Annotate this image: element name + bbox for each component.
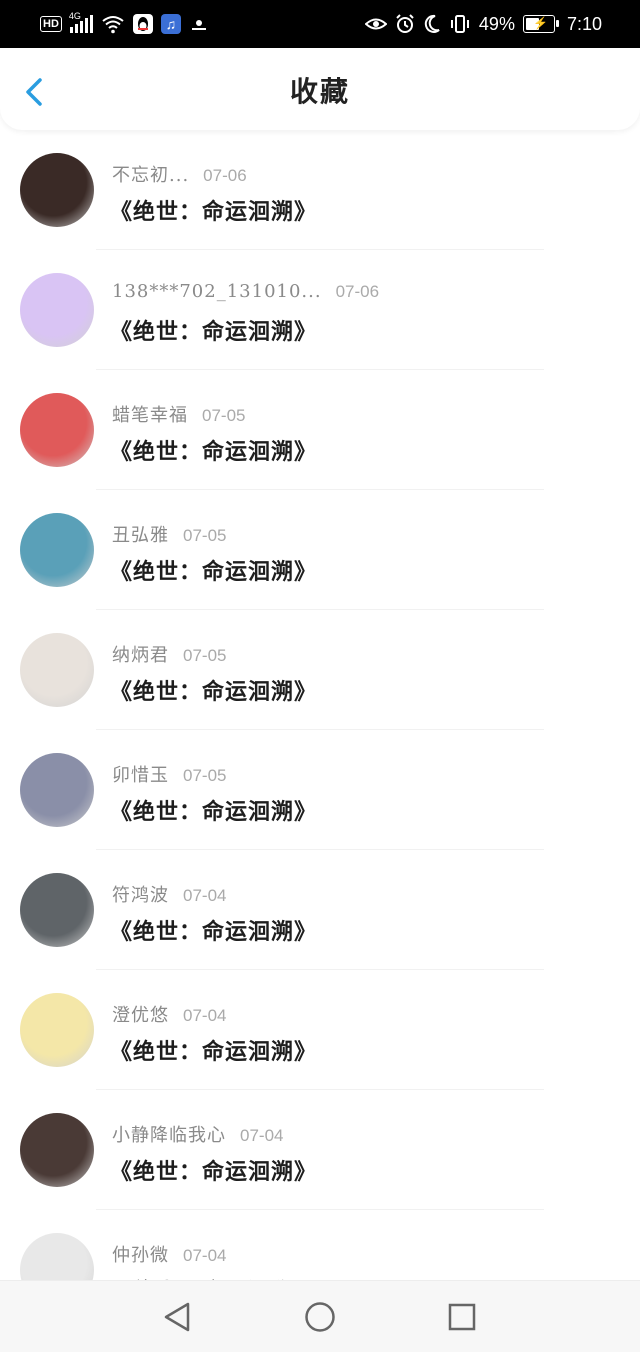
user-name-line: 不忘初... 07-06 (112, 161, 247, 187)
list-item[interactable]: 卯惜玉 07-05 《绝世：命运洄溯》 (0, 730, 640, 850)
favorite-date: 07-05 (202, 406, 246, 425)
user-name-line: 仲孙微 07-04 (112, 1241, 226, 1267)
user-avatar[interactable] (20, 273, 94, 347)
status-bar-right: 49% ⚡ 7:10 (364, 12, 602, 36)
eye-comfort-icon (364, 18, 387, 30)
list-item[interactable]: 澄优悠 07-04 《绝世：命运洄溯》 (0, 970, 640, 1090)
battery-icon: ⚡ (522, 15, 559, 33)
user-name: 澄优悠 (112, 1005, 169, 1026)
list-item[interactable]: 不忘初... 07-06 《绝世：命运洄溯》 (0, 130, 640, 250)
nav-back-button[interactable] (160, 1299, 196, 1335)
book-title: 《绝世：命运洄溯》 (110, 799, 318, 825)
user-name: 138***702_131010... (112, 281, 322, 302)
notification-icon (191, 20, 206, 30)
music-app-icon: ♫ (160, 14, 181, 34)
book-title: 《绝世：命运洄溯》 (110, 559, 318, 585)
book-title: 《绝世：命运洄溯》 (110, 319, 318, 345)
favorite-date: 07-04 (240, 1126, 284, 1145)
list-item[interactable]: 符鸿波 07-04 《绝世：命运洄溯》 (0, 850, 640, 970)
favorites-list: 不忘初... 07-06 《绝世：命运洄溯》 138***702_131010..… (0, 130, 640, 1280)
user-avatar[interactable] (20, 1233, 94, 1280)
nav-recents-button[interactable] (444, 1299, 480, 1335)
list-item[interactable]: 蜡笔幸福 07-05 《绝世：命运洄溯》 (0, 370, 640, 490)
nav-home-button[interactable] (302, 1299, 338, 1335)
alarm-clock-icon (396, 14, 414, 33)
user-name-line: 符鸿波 07-04 (112, 881, 226, 907)
qq-app-icon (132, 14, 153, 34)
list-item[interactable]: 138***702_131010... 07-06 《绝世：命运洄溯》 (0, 250, 640, 370)
vibrate-icon (450, 15, 469, 33)
user-avatar[interactable] (20, 393, 94, 467)
cellular-signal-icon: 4G (69, 11, 93, 33)
wifi-icon (102, 16, 124, 34)
user-name-line: 纳炳君 07-05 (112, 641, 226, 667)
favorite-date: 07-04 (183, 886, 227, 905)
favorite-date: 07-05 (183, 526, 227, 545)
user-avatar[interactable] (20, 153, 94, 227)
favorite-date: 07-05 (183, 646, 227, 665)
user-name-line: 卯惜玉 07-05 (112, 761, 226, 787)
book-title: 《绝世：命运洄溯》 (110, 1039, 318, 1065)
favorite-date: 07-04 (183, 1006, 227, 1025)
page-title: 收藏 (289, 75, 350, 108)
book-title: 《绝世：命运洄溯》 (110, 919, 318, 945)
book-title: 《绝世：命运洄溯》 (110, 679, 318, 705)
system-navigation-bar (0, 1280, 640, 1352)
user-name: 符鸿波 (112, 885, 169, 906)
user-avatar[interactable] (20, 513, 94, 587)
list-item[interactable]: 丑弘雅 07-05 《绝世：命运洄溯》 (0, 490, 640, 610)
user-avatar[interactable] (20, 1113, 94, 1187)
book-title: 《绝世：命运洄溯》 (110, 1159, 318, 1185)
battery-percent: 49% (478, 13, 515, 34)
favorite-date: 07-04 (183, 1246, 227, 1265)
user-name: 不忘初... (112, 165, 190, 186)
favorite-date: 07-05 (183, 766, 227, 785)
favorite-date: 07-06 (203, 166, 247, 185)
user-avatar[interactable] (20, 753, 94, 827)
user-name: 纳炳君 (112, 645, 169, 666)
triangle-back-icon (164, 1302, 190, 1332)
hd-badge: HD (40, 16, 62, 32)
user-name: 丑弘雅 (112, 525, 169, 546)
book-title: 《绝世：命运洄溯》 (110, 199, 318, 225)
charging-bolt-icon: ⚡ (532, 16, 548, 30)
app-header: 收藏 (0, 48, 640, 130)
user-name-line: 138***702_131010... 07-06 (112, 281, 379, 302)
do-not-disturb-moon-icon (424, 14, 440, 33)
user-avatar[interactable] (20, 993, 94, 1067)
book-title: 《绝世：命运洄溯》 (110, 439, 318, 465)
list-item[interactable]: 仲孙微07-04 《绝世：命运洄溯》 (0, 1210, 640, 1280)
network-type-label: 4G (68, 11, 81, 21)
circle-home-icon (305, 1302, 335, 1332)
list-item[interactable]: 小静降临我心 07-04 《绝世：命运洄溯》 (0, 1090, 640, 1210)
user-name: 仲孙微 (112, 1245, 169, 1266)
user-name: 卯惜玉 (112, 765, 169, 786)
square-recents-icon (448, 1303, 476, 1331)
user-name: 小静降临我心 (112, 1125, 226, 1146)
favorite-date: 07-06 (335, 282, 380, 301)
status-bar-left: HD 4G ♫ (40, 11, 209, 36)
user-name-line: 蜡笔幸福 07-05 (112, 401, 245, 427)
user-avatar[interactable] (20, 633, 94, 707)
user-name: 蜡笔幸福 (112, 405, 188, 426)
user-name-line: 澄优悠 07-04 (112, 1001, 226, 1027)
status-bar: HD 4G ♫ 49% ⚡ 7:10 (0, 0, 640, 48)
list-item[interactable]: 纳炳君 07-05 《绝世：命运洄溯》 (0, 610, 640, 730)
user-name-line: 小静降临我心 07-04 (112, 1121, 283, 1147)
user-name-line: 丑弘雅 07-05 (112, 521, 226, 547)
clock: 7:10 (566, 13, 602, 34)
user-avatar[interactable] (20, 873, 94, 947)
